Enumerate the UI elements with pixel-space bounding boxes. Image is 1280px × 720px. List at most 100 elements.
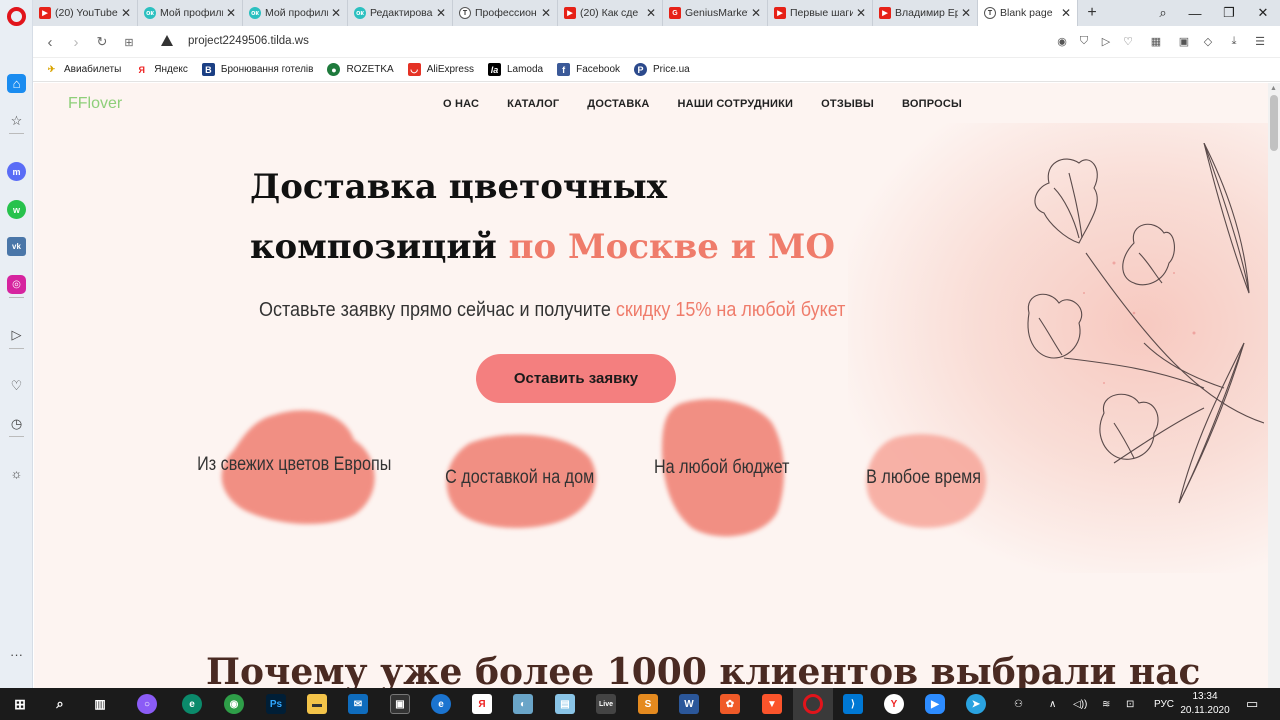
- close-icon[interactable]: ✕: [541, 6, 551, 20]
- new-tab-button[interactable]: +: [1078, 0, 1106, 26]
- bookmark-item[interactable]: P Price.ua: [634, 63, 690, 76]
- close-icon[interactable]: ✕: [121, 6, 131, 20]
- scroll-up-icon[interactable]: ▲: [1270, 85, 1277, 92]
- menu-icon[interactable]: ☰: [1253, 34, 1267, 48]
- files-icon[interactable]: ▤: [555, 694, 575, 714]
- close-icon[interactable]: ✕: [751, 6, 761, 20]
- telegram-icon[interactable]: ➤: [966, 694, 986, 714]
- tab[interactable]: T Профессион ✕: [453, 0, 558, 26]
- opera-icon[interactable]: [803, 694, 823, 714]
- menu-item-reviews[interactable]: ОТЗЫВЫ: [821, 98, 874, 110]
- vscode-icon[interactable]: ⟩: [843, 694, 863, 714]
- tab-active[interactable]: T Blank page ✕: [978, 0, 1078, 26]
- bookmark-item[interactable]: f Facebook: [557, 63, 620, 76]
- close-icon[interactable]: ✕: [1061, 6, 1071, 20]
- site-logo[interactable]: FFlover: [68, 95, 122, 113]
- zoom-icon[interactable]: ▶: [925, 694, 945, 714]
- task-view-icon[interactable]: ▥: [90, 694, 110, 714]
- tab[interactable]: ▶ (20) YouTube ✕: [33, 0, 138, 26]
- menu-item-catalog[interactable]: КАТАЛОГ: [507, 98, 559, 110]
- windows-start-icon[interactable]: ⊞: [10, 694, 30, 714]
- order-button[interactable]: Оставить заявку: [476, 354, 676, 403]
- send-icon[interactable]: ▷: [1099, 34, 1113, 48]
- download-icon[interactable]: ⤓: [1227, 34, 1241, 48]
- tab[interactable]: G GeniusMarket ✕: [663, 0, 768, 26]
- heart-icon[interactable]: ♡: [7, 376, 26, 395]
- back-icon[interactable]: ‹: [41, 33, 59, 51]
- vpn-icon[interactable]: ▣: [1177, 34, 1191, 48]
- close-icon[interactable]: ✕: [856, 6, 866, 20]
- chrome-icon[interactable]: ◉: [224, 694, 244, 714]
- close-icon[interactable]: ✕: [331, 6, 341, 20]
- search-tabs-icon[interactable]: ⌕: [1146, 0, 1180, 26]
- page-scrollbar[interactable]: ▲: [1268, 83, 1280, 688]
- tab[interactable]: ок Мой профиль ✕: [138, 0, 243, 26]
- live-icon[interactable]: Live: [596, 694, 616, 714]
- menu-item-faq[interactable]: ВОПРОСЫ: [902, 98, 962, 110]
- bookmark-item[interactable]: B Бронювання готелів: [201, 63, 313, 76]
- tray-chevron-icon[interactable]: ∧: [1049, 688, 1056, 720]
- opera-logo-icon[interactable]: [7, 7, 26, 26]
- minimize-button[interactable]: —: [1178, 0, 1212, 26]
- history-icon[interactable]: ◷: [7, 414, 26, 433]
- speed-dial-icon[interactable]: ⊞: [120, 33, 138, 51]
- instagram-icon[interactable]: ◎: [7, 275, 26, 294]
- tab[interactable]: ок Редактирова ✕: [348, 0, 453, 26]
- brave-icon[interactable]: ▼: [762, 694, 782, 714]
- mail-icon[interactable]: ✉: [348, 694, 368, 714]
- reload-icon[interactable]: ↻: [93, 33, 111, 51]
- tab[interactable]: ▶ Владимир Ер ✕: [873, 0, 978, 26]
- tab[interactable]: ▶ (20) Как сде ✕: [558, 0, 663, 26]
- send-icon[interactable]: ▷: [7, 325, 26, 344]
- yandex-icon[interactable]: Я: [472, 694, 492, 714]
- close-icon[interactable]: ✕: [961, 6, 971, 20]
- bookmark-item[interactable]: ● ROZETKA: [327, 63, 394, 76]
- bookmark-item[interactable]: ◡ AliExpress: [407, 63, 474, 76]
- home-icon[interactable]: ⌂: [7, 74, 26, 93]
- bookmark-item[interactable]: ✈ Авиабилеты: [45, 63, 122, 76]
- wifi-icon[interactable]: ≋: [1102, 688, 1110, 720]
- heart-icon[interactable]: ♡: [1121, 34, 1135, 48]
- alice-icon[interactable]: ○: [137, 694, 157, 714]
- clock[interactable]: 13:34 20.11.2020: [1180, 690, 1230, 718]
- file-explorer-icon[interactable]: ▬: [307, 694, 327, 714]
- close-window-button[interactable]: ✕: [1246, 0, 1280, 26]
- more-icon[interactable]: ···: [7, 645, 26, 664]
- forward-icon[interactable]: ›: [67, 33, 85, 51]
- fl-studio-icon[interactable]: ✿: [720, 694, 740, 714]
- whatsapp-icon[interactable]: w: [7, 200, 26, 219]
- word-icon[interactable]: W: [679, 694, 699, 714]
- scroll-thumb[interactable]: [1270, 95, 1278, 151]
- menu-item-about[interactable]: О НАС: [443, 98, 479, 110]
- ie-icon[interactable]: e: [431, 694, 451, 714]
- people-icon[interactable]: ⚇: [1014, 688, 1023, 720]
- lightbulb-icon[interactable]: ☼: [7, 464, 26, 483]
- tab[interactable]: ок Мой профиль ✕: [243, 0, 348, 26]
- notifications-icon[interactable]: ▭: [1246, 688, 1258, 720]
- yandex-browser-icon[interactable]: Y: [884, 694, 904, 714]
- language-indicator[interactable]: РУС: [1154, 688, 1174, 720]
- menu-item-delivery[interactable]: ДОСТАВКА: [587, 98, 649, 110]
- volume-icon[interactable]: ◁)): [1073, 688, 1087, 720]
- drive-icon[interactable]: ◐: [513, 694, 533, 714]
- messenger-icon[interactable]: m: [7, 162, 26, 181]
- close-icon[interactable]: ✕: [646, 6, 656, 20]
- close-icon[interactable]: ✕: [436, 6, 446, 20]
- bookmark-item[interactable]: Я Яндекс: [135, 63, 188, 76]
- close-icon[interactable]: ✕: [226, 6, 236, 20]
- restore-button[interactable]: ❐: [1212, 0, 1246, 26]
- url-field[interactable]: project2249506.tilda.ws: [188, 35, 309, 47]
- edge-icon[interactable]: e: [182, 694, 202, 714]
- search-icon[interactable]: ⌕: [50, 694, 70, 714]
- shield-icon[interactable]: ⛉: [1077, 34, 1091, 48]
- not-secure-icon[interactable]: [161, 35, 173, 46]
- menu-item-staff[interactable]: НАШИ СОТРУДНИКИ: [678, 98, 794, 110]
- bookmark-item[interactable]: la Lamoda: [487, 63, 543, 76]
- tab[interactable]: ▶ Первые шаги ✕: [768, 0, 873, 26]
- lang-indicator-icon[interactable]: ⊡: [1126, 688, 1134, 720]
- vk-icon[interactable]: vk: [7, 237, 26, 256]
- cube-icon[interactable]: ◇: [1201, 34, 1215, 48]
- store-icon[interactable]: ▣: [390, 694, 410, 714]
- photoshop-icon[interactable]: Ps: [266, 694, 286, 714]
- sublime-icon[interactable]: S: [638, 694, 658, 714]
